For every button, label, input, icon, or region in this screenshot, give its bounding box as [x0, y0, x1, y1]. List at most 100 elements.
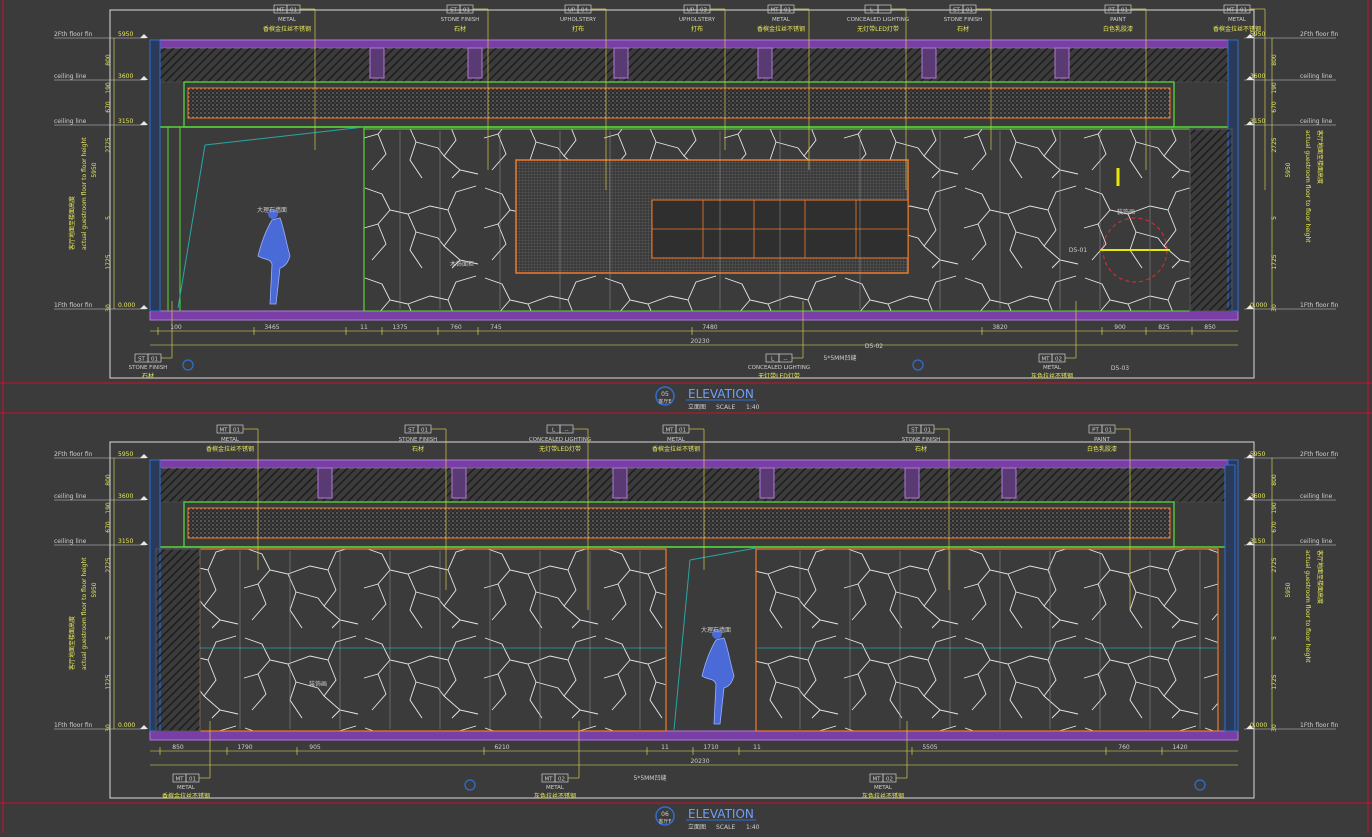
- tag-code: MT: [770, 8, 779, 14]
- tag-name: METAL: [546, 785, 565, 791]
- ceiling-hanger: [759, 467, 775, 499]
- callout-label: 装饰画: [309, 680, 327, 688]
- tag-code: MT: [1226, 8, 1235, 14]
- grid-bubble: [182, 359, 194, 371]
- left-hatch-wall: [155, 548, 201, 732]
- tag-code: L: [771, 357, 775, 363]
- tag-name: METAL: [667, 437, 686, 443]
- level-label-right: 1Fth floor fin: [1300, 722, 1339, 729]
- tag-name: METAL: [221, 437, 240, 443]
- elevation-bottom: MT 01METAL香槟金拉丝不锈钢ST 01STONE FINISH石材L --CO…: [54, 424, 1339, 831]
- tag-name: STONE FINISH: [902, 437, 941, 443]
- bottom-dim: 1710: [703, 744, 718, 751]
- title-block: 06客厅F ELEVATION 立面图 SCALE 1:40: [655, 806, 760, 831]
- tag-code: MT: [1041, 357, 1050, 363]
- level-label-left: ceiling line: [54, 73, 87, 80]
- tag-code: L: [552, 428, 556, 434]
- ceiling-hanger: [1054, 47, 1070, 79]
- bottom-dim: 6210: [494, 744, 509, 751]
- vertical-dim-left: 5: [105, 216, 112, 220]
- overall-height-left: 5950: [91, 162, 98, 177]
- tag-code: ST: [953, 8, 960, 14]
- bottom-dim: 3465: [264, 324, 279, 331]
- scale-value: 1:40: [746, 404, 760, 411]
- ceiling-hanger: [613, 47, 629, 79]
- tag-num: 01: [421, 428, 428, 434]
- tag-cn: 石材: [412, 445, 424, 453]
- total-dim: 20230: [690, 338, 709, 345]
- vertical-dim-left: 5: [105, 636, 112, 640]
- tag-name: CONCEALED LIGHTING: [748, 365, 810, 371]
- right-column-trim: [1224, 464, 1236, 732]
- callout-label: 大理石墙面: [257, 206, 287, 214]
- level-marker: [140, 34, 148, 38]
- level-marker: [140, 541, 148, 545]
- tag-num: 01: [463, 8, 470, 14]
- vertical-dim-left: 800: [105, 54, 112, 66]
- bottom-dim: 100: [170, 324, 182, 331]
- tag-name: METAL: [1043, 365, 1062, 371]
- level-marker: [140, 454, 148, 458]
- grid-bubble: [912, 359, 924, 371]
- tag-name: METAL: [772, 17, 791, 23]
- tag-code: ST: [450, 8, 457, 14]
- stone-wall-right: [755, 548, 1219, 732]
- tag-code: ST: [408, 428, 415, 434]
- vertical-dim-left: 190: [105, 82, 112, 94]
- drawing-number: 05: [661, 391, 669, 398]
- tag-cn: 香槟金拉丝不锈钢: [263, 25, 311, 33]
- tag-code: MT: [276, 8, 285, 14]
- ceiling-hanger: [904, 467, 920, 499]
- grid-bubble: [1194, 779, 1206, 791]
- elevation-drawings-canvas: MT 01METAL香槟金拉丝不锈钢ST 01STONE FINISH石材UP 04U…: [0, 0, 1372, 833]
- level-label-right: 2Fth floor fin: [1300, 451, 1339, 458]
- callout-label: 木饰面柜: [450, 260, 474, 268]
- scale-value: 1:40: [746, 824, 760, 831]
- bottom-dim: 1375: [392, 324, 407, 331]
- bottom-dim: 11: [661, 744, 669, 751]
- tag-name: UPHOLSTERY: [679, 17, 716, 23]
- tag-num: 01: [784, 8, 791, 14]
- tag-code: UP: [687, 8, 695, 14]
- ceiling-hanger: [612, 467, 628, 499]
- tag-cn: 灰色拉丝不锈钢: [534, 792, 576, 800]
- tag-name: STONE FINISH: [944, 17, 983, 23]
- tag-name: STONE FINISH: [129, 365, 168, 371]
- level-value-left: 3150: [118, 538, 133, 545]
- drawing-ref: 客厅F: [659, 818, 672, 825]
- vertical-dim-left: 190: [105, 502, 112, 514]
- bottom-dim: 905: [309, 744, 321, 751]
- human-scale-figure: [257, 217, 291, 305]
- tag-num: 01: [151, 357, 158, 363]
- tag-code: MT: [665, 428, 674, 434]
- slab-top: [149, 459, 1239, 469]
- ceiling-hanger: [1001, 467, 1017, 499]
- ceiling-hanger: [451, 467, 467, 499]
- level-label-right: ceiling line: [1300, 118, 1333, 125]
- ceiling-hanger: [921, 47, 937, 79]
- side-note-cn-right: 客厅地面至楼面高度: [1316, 550, 1324, 604]
- tag-name: METAL: [278, 17, 297, 23]
- level-value-left: 3150: [118, 118, 133, 125]
- ceiling-hanger: [317, 467, 333, 499]
- callout-label: 大理石墙面: [701, 626, 731, 634]
- level-label-left: ceiling line: [54, 538, 87, 545]
- tag-num: 01: [966, 8, 973, 14]
- tag-num: 01: [1121, 8, 1128, 14]
- tag-code: PT: [1092, 428, 1099, 434]
- overall-height-left: 5950: [91, 582, 98, 597]
- level-label-left: 1Fth floor fin: [54, 302, 93, 309]
- bottom-dim: 1420: [1172, 744, 1187, 751]
- left-column: [149, 39, 161, 312]
- level-marker: [140, 725, 148, 729]
- cad-drawing-sheet: MT 01 METAL 香槟金拉丝不锈钢 ST 01 STONE FINISH 石材 UP 04 U…: [0, 0, 1372, 833]
- tag-code: MT: [175, 777, 184, 783]
- stone-wall-left: [199, 548, 667, 732]
- drawing-title: ELEVATION: [688, 807, 754, 821]
- drawing-title-cn: 立面图: [688, 823, 706, 831]
- misc-note: 5*5MM凹缝: [824, 354, 857, 362]
- level-value-left: 3600: [118, 493, 133, 500]
- drawing-title: ELEVATION: [688, 387, 754, 401]
- tag-code: MT: [219, 428, 228, 434]
- tag-num: --: [883, 8, 887, 14]
